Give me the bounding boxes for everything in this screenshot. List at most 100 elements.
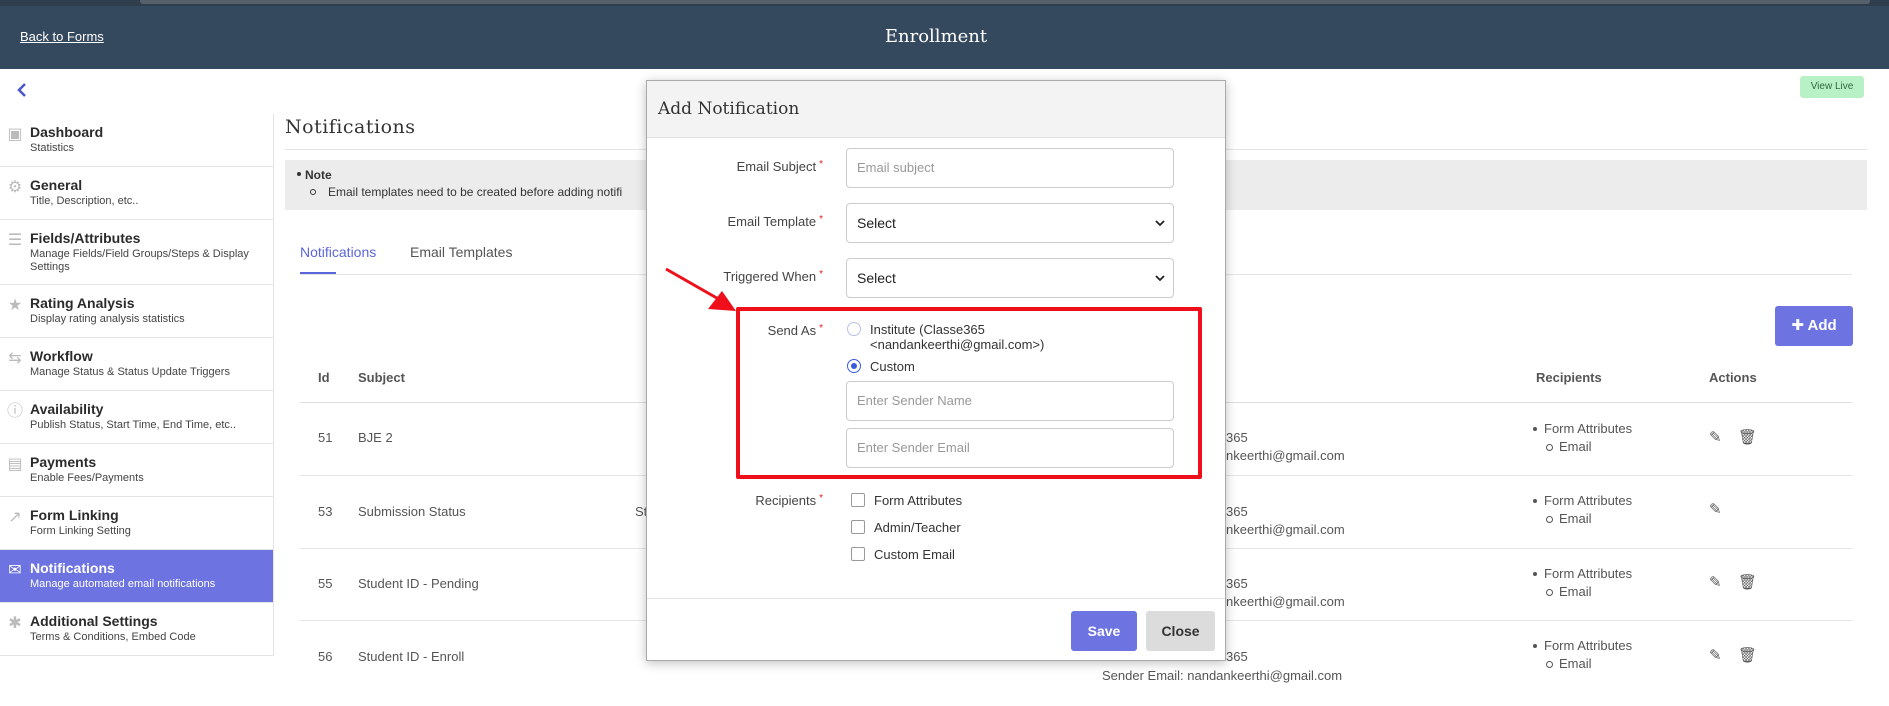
sidebar-item-title: Fields/Attributes — [30, 230, 141, 246]
sidebar-item-form-linking[interactable]: ↗ Form Linking Form Linking Setting — [0, 497, 274, 550]
list-item: Form Attributes — [1532, 565, 1632, 583]
cell-sender-email: nkeerthi@gmail.com — [1226, 594, 1345, 609]
send-as-custom-radio[interactable] — [847, 359, 861, 373]
cell-sender-name: 365 — [1226, 430, 1248, 445]
triggered-when-select[interactable]: Select — [846, 258, 1174, 298]
edit-icon[interactable]: ✎ — [1709, 430, 1725, 446]
tab-notifications[interactable]: Notifications — [300, 244, 376, 260]
page-heading: Enrollment — [884, 26, 988, 47]
recipient-admin-teacher-label[interactable]: Admin/Teacher — [874, 520, 961, 535]
email-subject-label: Email Subject * — [737, 159, 823, 174]
email-subject-input[interactable]: Email subject — [846, 148, 1174, 188]
sidebar-item-availability[interactable]: ⓘ Availability Publish Status, Start Tim… — [0, 391, 274, 444]
edit-icon[interactable]: ✎ — [1709, 648, 1725, 664]
send-as-label: Send As * — [768, 323, 823, 338]
email-template-select[interactable]: Select — [846, 203, 1174, 243]
cell-sender-email: nkeerthi@gmail.com — [1226, 522, 1345, 537]
trash-icon[interactable]: 🗑 — [1738, 648, 1757, 664]
list-item: Email — [1532, 510, 1632, 528]
save-button[interactable]: Save — [1071, 611, 1137, 651]
add-button-label: Add — [1807, 317, 1837, 334]
cell-sender-name: 365 — [1226, 504, 1248, 519]
cell-sender-email: nkeerthi@gmail.com — [1226, 448, 1345, 463]
list-item: Email — [1532, 583, 1632, 601]
sender-name-input[interactable]: Enter Sender Name — [846, 381, 1174, 421]
chevron-left-icon[interactable] — [14, 82, 30, 98]
sidebar-item-title: Notifications — [30, 560, 115, 576]
cell-id: 53 — [318, 504, 333, 519]
list-item: Form Attributes — [1532, 492, 1632, 510]
sidebar-item-workflow[interactable]: ⇆ Workflow Manage Status & Status Update… — [0, 338, 274, 391]
edit-icon[interactable]: ✎ — [1709, 575, 1725, 591]
sidebar-item-subtitle: Display rating analysis statistics — [30, 313, 185, 325]
asterisk-icon: ✱ — [8, 615, 22, 632]
info-icon: ⓘ — [6, 403, 23, 420]
modal-title: Add Notification — [658, 99, 800, 119]
money-icon: ▤ — [7, 456, 23, 473]
plus-icon: ✚ — [1791, 317, 1804, 334]
recipients-list: Form Attributes Email — [1532, 420, 1632, 456]
add-notification-button[interactable]: ✚ Add — [1775, 306, 1853, 346]
retweet-icon: ⇆ — [8, 350, 22, 367]
column-header-id: Id — [318, 370, 330, 385]
sidebar-item-payments[interactable]: ▤ Payments Enable Fees/Payments — [0, 444, 274, 497]
label-text: Recipients — [755, 493, 817, 508]
chevron-down-icon — [1155, 220, 1165, 227]
sidebar-item-additional-settings[interactable]: ✱ Additional Settings Terms & Conditions… — [0, 603, 274, 656]
edit-icon[interactable]: ✎ — [1709, 502, 1725, 518]
list-item: Email — [1532, 438, 1632, 456]
divider — [647, 598, 1225, 599]
bullet — [297, 172, 301, 176]
send-as-institute-radio[interactable] — [847, 322, 861, 336]
external-link-icon: ↗ — [8, 509, 22, 526]
modal-header: Add Notification — [647, 81, 1225, 138]
required-marker: * — [819, 269, 823, 280]
trash-icon[interactable]: 🗑 — [1738, 430, 1757, 446]
recipient-form-attributes-checkbox[interactable] — [851, 493, 865, 507]
recipient-admin-teacher-checkbox[interactable] — [851, 520, 865, 534]
select-value: Select — [857, 270, 896, 286]
cell-id: 55 — [318, 576, 333, 591]
sidebar-item-dashboard[interactable]: ▣ Dashboard Statistics — [0, 114, 274, 167]
add-notification-modal: Add Notification Email Subject * Email su… — [646, 80, 1226, 661]
radio-label-line: Institute (Classe365 — [870, 322, 985, 337]
required-marker: * — [819, 323, 823, 334]
sidebar-item-notifications[interactable]: ✉ Notifications Manage automated email n… — [0, 550, 274, 603]
recipient-form-attributes-label[interactable]: Form Attributes — [874, 493, 962, 508]
label-text: Email Template — [727, 214, 817, 229]
recipient-custom-email-label[interactable]: Custom Email — [874, 547, 955, 562]
red-arrow-icon — [665, 267, 736, 311]
sidebar-item-title: Availability — [30, 401, 104, 417]
sidebar-item-title: Payments — [30, 454, 97, 470]
recipients-list: Form Attributes Email — [1532, 565, 1632, 601]
recipient-custom-email-checkbox[interactable] — [851, 547, 865, 561]
monitor-icon: ▣ — [7, 126, 23, 143]
label-text: Send As — [767, 323, 817, 338]
sidebar-item-rating-analysis[interactable]: ★ Rating Analysis Display rating analysi… — [0, 285, 274, 338]
column-header-subject: Subject — [358, 370, 405, 385]
list-item: Form Attributes — [1532, 420, 1632, 438]
star-icon: ★ — [7, 297, 23, 314]
cell-id: 56 — [318, 649, 333, 664]
tab-email-templates[interactable]: Email Templates — [410, 244, 512, 260]
sidebar-item-fields-attributes[interactable]: ☰ Fields/Attributes Manage Fields/Field … — [0, 220, 274, 285]
required-marker: * — [819, 493, 823, 504]
radio-label-line: <nandankeerthi@gmail.com>) — [870, 337, 1045, 352]
required-marker: * — [819, 214, 823, 225]
recipients-list: Form Attributes Email — [1532, 492, 1632, 528]
close-button[interactable]: Close — [1146, 611, 1215, 651]
page-title: Notifications — [285, 116, 416, 138]
view-live-button[interactable]: View Live — [1800, 76, 1864, 98]
sidebar-item-subtitle: Manage Fields/Field Groups/Steps & Displ… — [30, 248, 249, 273]
send-as-custom-label[interactable]: Custom — [870, 359, 915, 374]
sidebar-item-subtitle: Statistics — [30, 142, 75, 154]
column-header-actions: Actions — [1709, 370, 1757, 385]
sidebar-item-general[interactable]: ⚙ General Title, Description, etc.. — [0, 167, 274, 220]
trash-icon[interactable]: 🗑 — [1738, 575, 1757, 591]
column-header-recipients: Recipients — [1536, 370, 1602, 385]
cell-sender-name: 365 — [1226, 576, 1248, 591]
sender-email-input[interactable]: Enter Sender Email — [846, 428, 1174, 468]
sidebar-item-subtitle: Terms & Conditions, Embed Code — [30, 631, 196, 643]
browser-address-bar — [140, 0, 1870, 4]
send-as-institute-label[interactable]: Institute (Classe365 <nandankeerthi@gmai… — [870, 322, 1044, 352]
